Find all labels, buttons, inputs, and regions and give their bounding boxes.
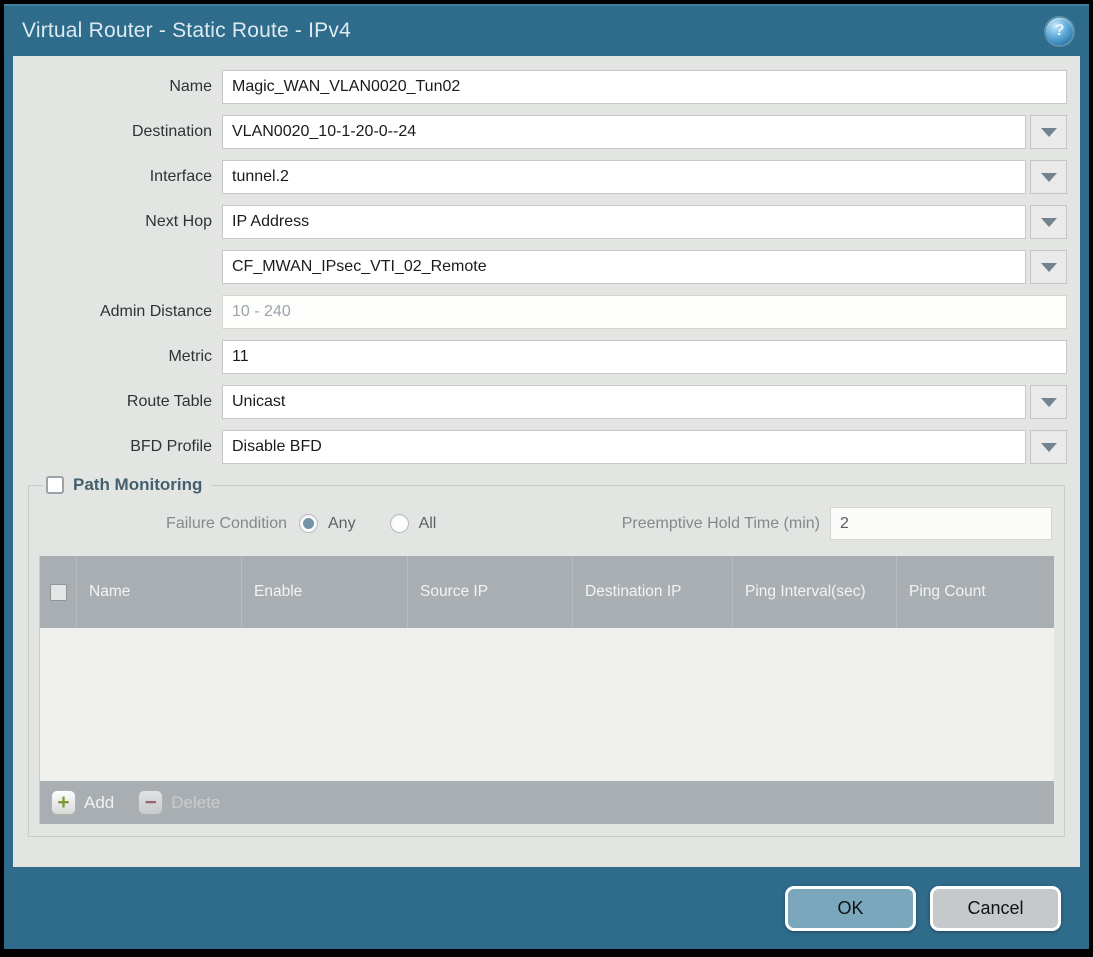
add-button[interactable]: + Add <box>51 790 114 815</box>
dialog-window: Virtual Router - Static Route - IPv4 ? N… <box>4 4 1089 949</box>
chevron-down-icon <box>1041 128 1057 137</box>
form-row-next-hop: Next Hop <box>26 205 1067 239</box>
route-table-input[interactable] <box>222 385 1026 419</box>
destination-input[interactable] <box>222 115 1026 149</box>
path-monitoring-checkbox[interactable] <box>46 476 64 494</box>
form-row-interface: Interface <box>26 160 1067 194</box>
chevron-down-icon <box>1041 173 1057 182</box>
screenshot-frame: Virtual Router - Static Route - IPv4 ? N… <box>0 0 1093 957</box>
table-toolbar: + Add − Delete <box>40 781 1054 824</box>
radio-dot <box>303 518 314 529</box>
form-row-admin-distance: Admin Distance <box>26 295 1067 329</box>
column-header-ping-count: Ping Count <box>896 556 1054 628</box>
bfd-profile-label: BFD Profile <box>26 438 222 456</box>
table-header-row: Name Enable Source IP Destination IP Pin… <box>40 556 1054 628</box>
chevron-down-icon <box>1041 263 1057 272</box>
path-monitoring-title: Path Monitoring <box>73 475 202 495</box>
delete-button-label: Delete <box>171 793 220 813</box>
form-row-route-table: Route Table <box>26 385 1067 419</box>
form-row-bfd-profile: BFD Profile <box>26 430 1067 464</box>
radio-option-all: All <box>390 514 437 533</box>
radio-option-any: Any <box>299 514 356 533</box>
form-row-name: Name <box>26 70 1067 104</box>
preemptive-hold-label: Preemptive Hold Time (min) <box>622 515 830 533</box>
dialog-title: Virtual Router - Static Route - IPv4 <box>22 19 351 43</box>
chevron-down-icon <box>1041 443 1057 452</box>
destination-dropdown-button[interactable] <box>1030 115 1067 149</box>
form-row-metric: Metric <box>26 340 1067 374</box>
destination-label: Destination <box>26 123 222 141</box>
next-hop-type-input[interactable] <box>222 205 1026 239</box>
interface-label: Interface <box>26 168 222 186</box>
title-bar: Virtual Router - Static Route - IPv4 ? <box>4 6 1089 56</box>
column-header-enable: Enable <box>241 556 407 628</box>
question-mark-glyph: ? <box>1055 23 1065 39</box>
route-table-label: Route Table <box>26 393 222 411</box>
next-hop-type-dropdown-button[interactable] <box>1030 205 1067 239</box>
all-radio-label: All <box>419 515 437 533</box>
failure-condition-row: Failure Condition Any All Preemptive Hol… <box>37 507 1052 540</box>
failure-condition-label: Failure Condition <box>37 515 299 533</box>
column-header-ping-interval: Ping Interval(sec) <box>732 556 896 628</box>
delete-button[interactable]: − Delete <box>138 790 220 815</box>
table-body-empty <box>40 628 1054 781</box>
path-monitoring-legend: Path Monitoring <box>43 475 211 495</box>
column-header-name: Name <box>76 556 241 628</box>
column-header-source-ip: Source IP <box>407 556 572 628</box>
interface-input[interactable] <box>222 160 1026 194</box>
help-icon[interactable]: ? <box>1046 18 1073 45</box>
preemptive-hold-input[interactable] <box>830 507 1052 540</box>
dialog-body: Name Destination Interface <box>13 56 1080 867</box>
next-hop-address-dropdown-button[interactable] <box>1030 250 1067 284</box>
admin-distance-input[interactable] <box>222 295 1067 329</box>
all-radio[interactable] <box>390 514 409 533</box>
any-radio[interactable] <box>299 514 318 533</box>
form-row-destination: Destination <box>26 115 1067 149</box>
bfd-profile-dropdown-button[interactable] <box>1030 430 1067 464</box>
column-header-destination-ip: Destination IP <box>572 556 732 628</box>
dialog-footer: OK Cancel <box>4 867 1089 949</box>
bfd-profile-input[interactable] <box>222 430 1026 464</box>
metric-label: Metric <box>26 348 222 366</box>
admin-distance-label: Admin Distance <box>26 303 222 321</box>
minus-icon: − <box>138 790 163 815</box>
path-monitoring-table: Name Enable Source IP Destination IP Pin… <box>39 556 1054 824</box>
name-label: Name <box>26 78 222 96</box>
path-monitoring-section: Path Monitoring Failure Condition Any Al… <box>28 475 1065 837</box>
any-radio-label: Any <box>328 515 356 533</box>
add-button-label: Add <box>84 793 114 813</box>
chevron-down-icon <box>1041 398 1057 407</box>
form-row-next-hop-address <box>26 250 1067 284</box>
metric-input[interactable] <box>222 340 1067 374</box>
interface-dropdown-button[interactable] <box>1030 160 1067 194</box>
ok-button[interactable]: OK <box>785 886 916 931</box>
table-header-checkbox-cell <box>40 556 76 628</box>
next-hop-label: Next Hop <box>26 213 222 231</box>
select-all-checkbox[interactable] <box>50 584 67 601</box>
cancel-button[interactable]: Cancel <box>930 886 1061 931</box>
name-input[interactable] <box>222 70 1067 104</box>
plus-icon: + <box>51 790 76 815</box>
chevron-down-icon <box>1041 218 1057 227</box>
next-hop-address-input[interactable] <box>222 250 1026 284</box>
route-table-dropdown-button[interactable] <box>1030 385 1067 419</box>
